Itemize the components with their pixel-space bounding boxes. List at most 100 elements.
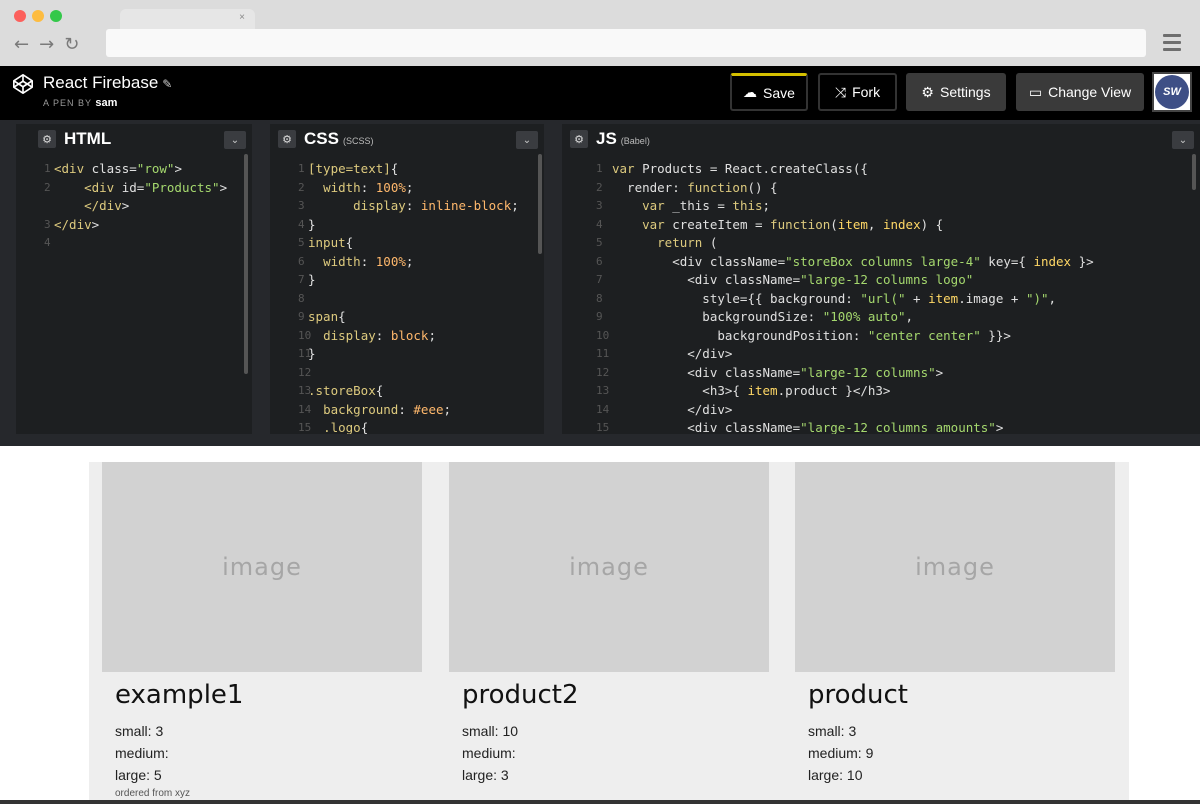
code-line[interactable]: 9 span{: [270, 308, 544, 327]
code-line[interactable]: 11}: [270, 345, 544, 364]
maximize-window-button[interactable]: [50, 10, 62, 22]
code-line[interactable]: 12 <div className="large-12 columns">: [562, 364, 1200, 383]
code-line[interactable]: 4: [16, 234, 252, 253]
code-text: backgroundSize: "100% auto",: [612, 309, 914, 324]
product-name: product: [808, 680, 909, 710]
line-number: 8: [298, 291, 305, 305]
js-editor-subtitle: (Babel): [620, 136, 650, 146]
codepen-logo-icon[interactable]: [12, 73, 34, 95]
css-editor[interactable]: ⚙ CSS (SCSS) ⌄ 1 [type=text]{2 width: 100…: [270, 124, 544, 434]
code-line[interactable]: 13 .storeBox{: [270, 382, 544, 401]
code-line[interactable]: 6 width: 100%;: [270, 253, 544, 272]
js-chevron-down-icon[interactable]: ⌄: [1172, 131, 1194, 149]
code-text: <div className="large-12 columns">: [612, 364, 944, 380]
product-card: image product2 small: 10 medium: large: …: [449, 462, 769, 782]
line-number: 2: [44, 180, 51, 194]
gear-icon: ⚙: [921, 83, 934, 100]
html-code[interactable]: 1 <div class="row"> 2 <div id="Products"> …: [16, 160, 252, 253]
minimize-window-button[interactable]: [32, 10, 44, 22]
code-text: background: #eee;: [323, 401, 452, 417]
code-line[interactable]: 10 display: block;: [270, 327, 544, 346]
code-line[interactable]: 11 </div>: [562, 345, 1200, 364]
line-number: 15: [596, 421, 610, 434]
line-number: 12: [596, 365, 610, 379]
html-editor-header: ⚙ HTML ⌄: [16, 124, 252, 154]
code-text: var _this = this;: [642, 198, 771, 213]
code-line[interactable]: 14 </div>: [562, 401, 1200, 420]
code-line[interactable]: 1 [type=text]{: [270, 160, 544, 179]
css-settings-gear-icon[interactable]: ⚙: [278, 130, 296, 148]
js-settings-gear-icon[interactable]: ⚙: [570, 130, 588, 148]
js-editor[interactable]: ⚙ JS (Babel) ⌄ 1 var Products = React.cre…: [562, 124, 1200, 434]
code-line[interactable]: 3 var _this = this;: [562, 197, 1200, 216]
author-link[interactable]: sam: [95, 97, 117, 109]
code-text: </div>: [612, 346, 733, 361]
code-line[interactable]: 3 display: inline-block;: [270, 197, 544, 216]
css-code[interactable]: 1 [type=text]{2 width: 100%; 3 display: in…: [270, 160, 544, 434]
code-line[interactable]: 8 style={{ background: "url(" + item.ima…: [562, 290, 1200, 309]
reload-icon[interactable]: ↻: [64, 34, 79, 55]
product-name: example1: [115, 680, 244, 710]
product-card: image product small: 3 medium: 9 large: …: [795, 462, 1115, 782]
css-scrollbar[interactable]: [538, 154, 542, 254]
html-scrollbar[interactable]: [244, 154, 248, 374]
code-line[interactable]: 10 backgroundPosition: "center center" }…: [562, 327, 1200, 346]
close-window-button[interactable]: [14, 10, 26, 22]
code-line[interactable]: 2 render: function() {: [562, 179, 1200, 198]
code-line[interactable]: 9 backgroundSize: "100% auto",: [562, 308, 1200, 327]
code-line[interactable]: 12: [270, 364, 544, 383]
code-line[interactable]: 4 var createItem = function(item, index)…: [562, 216, 1200, 235]
tab-close-icon[interactable]: ×: [239, 12, 245, 23]
code-line[interactable]: 15 <div className="large-12 columns amou…: [562, 419, 1200, 434]
html-editor[interactable]: ⚙ HTML ⌄ 1 <div class="row"> 2 <div id="Pr…: [16, 124, 252, 434]
code-line[interactable]: 3 </div>: [16, 216, 252, 235]
code-text: display: inline-block;: [353, 198, 519, 213]
back-arrow-icon[interactable]: ←: [14, 34, 29, 55]
line-number: 9: [298, 310, 305, 323]
settings-label: Settings: [939, 84, 991, 100]
save-button[interactable]: ☁ Save: [730, 73, 808, 111]
pen-header: React Firebase ✎ A PEN BY sam ☁ Save ⤨ Fo…: [0, 66, 1200, 120]
pencil-icon[interactable]: ✎: [162, 77, 172, 91]
code-text: <div className="large-12 columns logo": [612, 272, 974, 287]
code-line[interactable]: 7}: [270, 271, 544, 290]
code-text: <div className="large-12 columns amounts…: [612, 420, 1004, 434]
html-chevron-down-icon[interactable]: ⌄: [224, 131, 246, 149]
code-line[interactable]: 13 <h3>{ item.product }</h3>: [562, 382, 1200, 401]
code-line[interactable]: 14 background: #eee;: [270, 401, 544, 420]
code-line[interactable]: 1 <div class="row">: [16, 160, 252, 179]
browser-menu-icon[interactable]: [1163, 34, 1181, 55]
css-editor-subtitle: (SCSS): [342, 136, 374, 146]
code-line[interactable]: 5 return (: [562, 234, 1200, 253]
code-line[interactable]: 4}: [270, 216, 544, 235]
code-line[interactable]: 1 var Products = React.createClass({: [562, 160, 1200, 179]
amount-large: large: 5: [115, 767, 162, 783]
browser-tab[interactable]: ×: [120, 9, 255, 31]
code-line[interactable]: 6 <div className="storeBox columns large…: [562, 253, 1200, 272]
js-code[interactable]: 1 var Products = React.createClass({2 ren…: [562, 160, 1200, 434]
fork-button[interactable]: ⤨ Fork: [818, 73, 897, 111]
code-line[interactable]: 5 input{: [270, 234, 544, 253]
code-line[interactable]: 2 <div id="Products">: [16, 179, 252, 198]
html-settings-gear-icon[interactable]: ⚙: [38, 130, 56, 148]
html-editor-title: HTML: [64, 129, 112, 148]
pen-title[interactable]: React Firebase ✎: [43, 73, 172, 93]
code-line[interactable]: 8: [270, 290, 544, 309]
line-number: 4: [596, 217, 603, 231]
js-scrollbar[interactable]: [1192, 154, 1196, 190]
code-line[interactable]: 7 <div className="large-12 columns logo": [562, 271, 1200, 290]
code-line[interactable]: 2 width: 100%;: [270, 179, 544, 198]
user-avatar[interactable]: SW: [1152, 72, 1192, 112]
css-chevron-down-icon[interactable]: ⌄: [516, 131, 538, 149]
forward-arrow-icon[interactable]: →: [39, 34, 54, 55]
code-line[interactable]: </div>: [16, 197, 252, 216]
change-view-button[interactable]: ▭ Change View: [1016, 73, 1144, 111]
pen-author: A PEN BY sam: [43, 97, 117, 109]
settings-button[interactable]: ⚙ Settings: [906, 73, 1006, 111]
js-editor-header: ⚙ JS (Babel) ⌄: [562, 124, 1200, 154]
code-line[interactable]: 15 .logo{: [270, 419, 544, 434]
window-controls: [14, 10, 62, 22]
address-bar[interactable]: [106, 29, 1146, 57]
amount-medium: medium:: [115, 745, 169, 761]
line-number: 5: [596, 236, 603, 249]
